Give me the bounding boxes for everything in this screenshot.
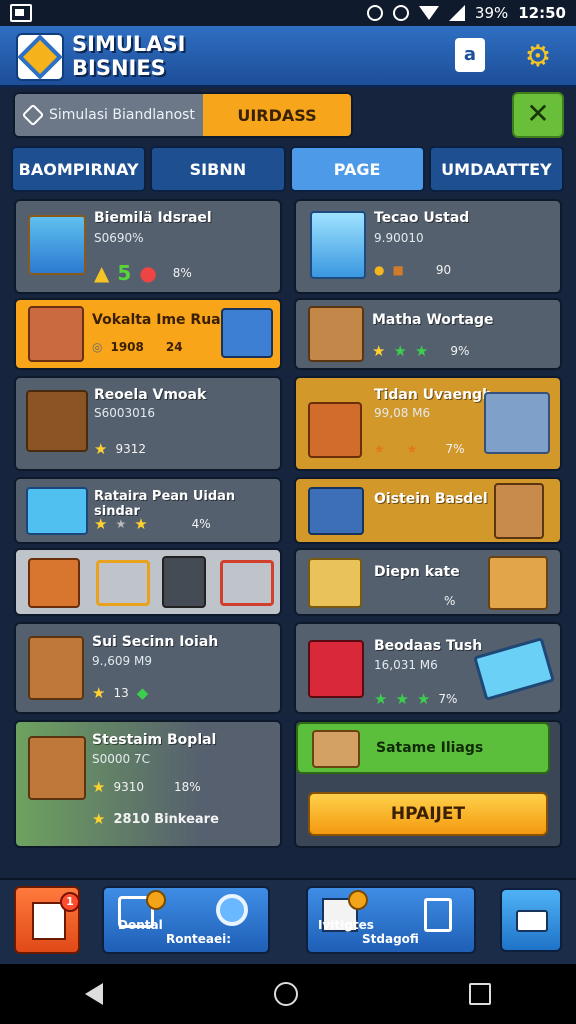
app-title: SIMULASI BISNIES [72, 32, 186, 80]
search-action-button[interactable]: UIRDASS [203, 94, 351, 136]
pool-icon [26, 487, 88, 535]
business-card[interactable]: Matha Wortage ★ ★ ★ 9% [294, 298, 562, 370]
business-card[interactable]: Beodaas Tush 16,031 M6 ★ ★ ★ 7% [294, 622, 562, 714]
collect-button[interactable]: Satame Iliags [296, 722, 550, 774]
vehicle-icon [308, 487, 364, 535]
tab-sign[interactable]: SIBNN [150, 146, 286, 192]
close-button[interactable]: ✕ [512, 92, 564, 138]
notification-badge: 1 [60, 892, 80, 912]
tab-company[interactable]: BAOMPIRNAY [11, 146, 147, 192]
business-card[interactable]: Rataira Pean Uidan sindar ★ ★ ★ 4% [14, 477, 282, 544]
nav-group-right: Ivitigtes Stdagofi [306, 886, 476, 954]
battery-level: 39% [474, 4, 509, 22]
search-placeholder: Simulasi Biandlanost [49, 107, 195, 123]
home-circle-icon[interactable] [273, 982, 298, 1006]
shop-counter-icon [308, 306, 364, 362]
action-panel: Satame Iliags HPAIJET [294, 720, 562, 848]
crate-icon [312, 730, 360, 768]
shop-building-icon [28, 636, 84, 700]
tab-update[interactable]: UMDAATTEY [428, 146, 564, 192]
house-icon [28, 215, 86, 275]
tab-page[interactable]: PAGE [289, 146, 425, 192]
business-card[interactable]: Tecao Ustad 9.90010 ● ■ 90 [294, 199, 562, 294]
box-icon: ■ [392, 263, 404, 277]
shop-bag-button[interactable]: a [455, 38, 485, 72]
close-icon: ✕ [526, 97, 550, 130]
office-building-icon [310, 211, 366, 279]
upgrade-button[interactable]: HPAIJET [308, 792, 548, 836]
gift-icon [308, 640, 364, 698]
gear-coin-icon: ◎ [92, 340, 103, 354]
gallery-icon [10, 4, 32, 22]
bag-icon [162, 556, 206, 608]
food-crate-icon [308, 402, 362, 458]
wallet-button[interactable] [500, 888, 562, 952]
business-card[interactable]: Stestaim Boplal S0000 7C ★ 9310 18% ★ 28… [14, 720, 282, 848]
status-bar: 39% 12:50 [0, 0, 576, 26]
tag-icon [21, 103, 45, 127]
category-tabs: BAOMPIRNAY SIBNN PAGE UMDAATTEY [11, 146, 564, 192]
recent-apps-icon[interactable] [468, 983, 491, 1005]
search-bar[interactable]: Simulasi Biandlanost UIRDASS [13, 92, 353, 138]
sync-icon [392, 5, 409, 21]
business-card[interactable]: Diepn kate % [294, 548, 562, 616]
tablet-icon [473, 636, 555, 702]
cart-icon [96, 560, 150, 606]
business-card-highlighted[interactable]: Vokalta Ime Ruan ◎ 1908 24 [14, 298, 282, 370]
store-button[interactable]: 1 [14, 886, 80, 954]
alarm-icon [366, 5, 383, 21]
pin-icon: ● [139, 261, 157, 285]
upgrade-arrow-icon: ▲ [94, 261, 110, 285]
nav-home-label[interactable]: Dontal Ronteaei: [104, 918, 268, 946]
market-stall-icon [28, 306, 84, 362]
search-field[interactable]: Simulasi Biandlanost [15, 94, 203, 136]
back-icon[interactable] [85, 983, 104, 1005]
business-card[interactable]: Tidan Uvaengh 99,08 M6 ★ ★ 7% [294, 376, 562, 471]
cardboard-box-icon [494, 483, 544, 539]
bottom-navigation [0, 878, 576, 964]
business-card[interactable]: Oistein Basdel [294, 477, 562, 544]
business-card[interactable]: Reoela Vmoak S6003016 ★ 9312 [14, 376, 282, 471]
barrel-icon [308, 558, 362, 608]
shop-bag-icon: a [463, 44, 477, 65]
system-navigation [0, 964, 576, 1024]
card-icon [516, 910, 548, 932]
nav-group-left: Dontal Ronteaei: [102, 886, 270, 954]
settings-gear-icon[interactable]: ⚙ [523, 42, 553, 72]
cart-icon [220, 560, 274, 606]
delivery-truck-icon [221, 308, 273, 358]
business-card[interactable]: Biemilä Idsrael S0690% ▲ 5 ● 8% [14, 199, 282, 294]
app-logo [16, 33, 64, 81]
app-header: SIMULASI BISNIES [0, 26, 576, 88]
items-card[interactable] [14, 548, 282, 616]
business-card[interactable]: Sui Secinn Ioiah 9.,609 M9 ★ 13 ◆ [14, 622, 282, 714]
wifi-icon [418, 6, 439, 20]
gift-box-icon [488, 556, 548, 610]
coin-icon: ● [374, 263, 385, 277]
stall-icon [28, 558, 80, 608]
shopping-cart-icon [484, 392, 550, 454]
signal-icon [448, 5, 465, 21]
workshop-icon [28, 736, 86, 800]
fruit-crate-icon [26, 390, 88, 452]
clock: 12:50 [518, 4, 566, 22]
nav-activities-label[interactable]: Ivitigtes Stdagofi [308, 918, 474, 946]
